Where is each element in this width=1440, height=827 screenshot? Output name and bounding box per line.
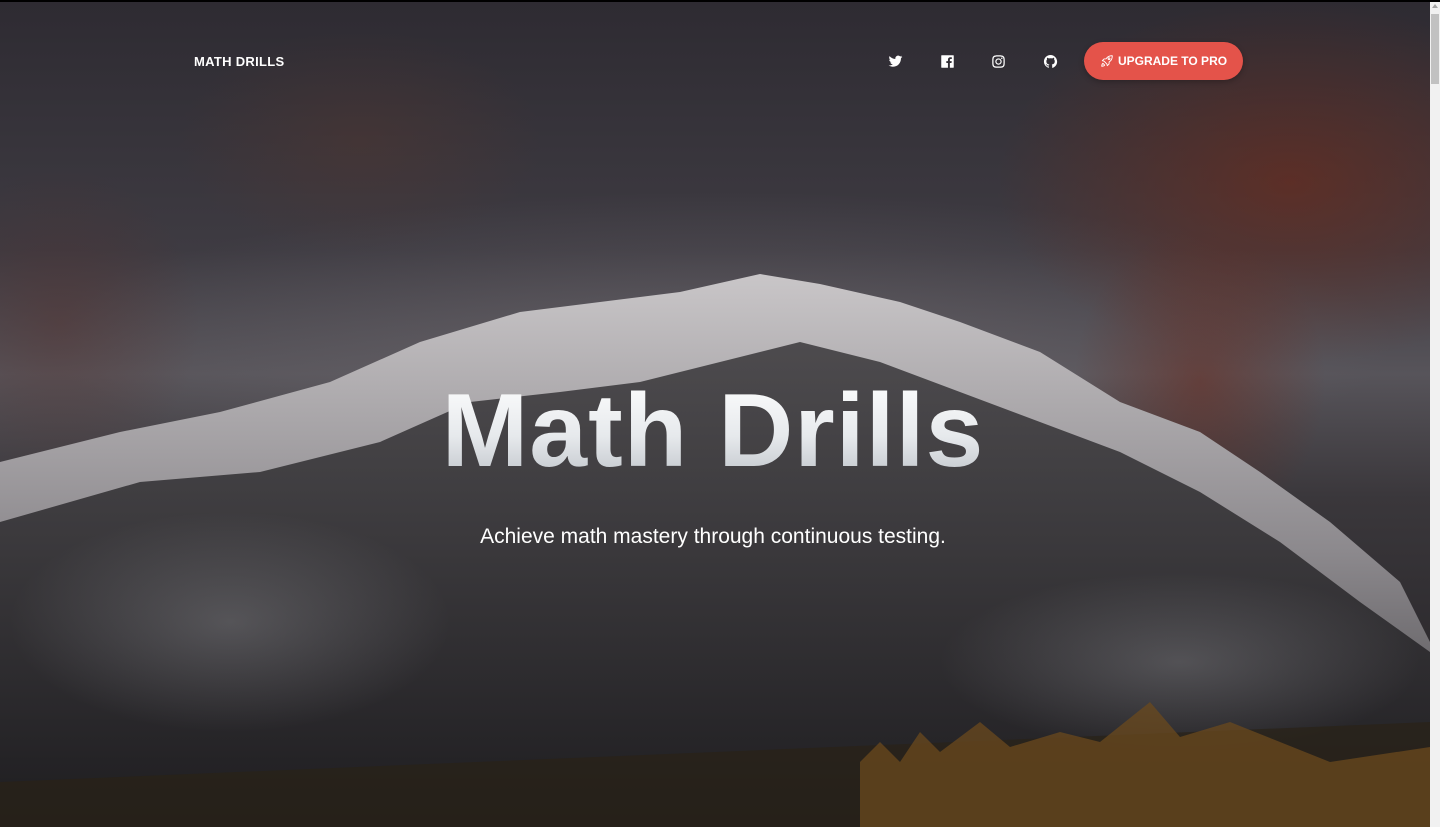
github-icon[interactable] <box>1039 50 1061 72</box>
hero-subtitle: Achieve math mastery through continuous … <box>480 525 946 548</box>
hero-title: Math Drills <box>0 374 1426 489</box>
rocket-icon <box>1101 55 1113 67</box>
scrollbar-thumb[interactable] <box>1431 14 1439 84</box>
upgrade-button-label: UPGRADE TO PRO <box>1117 54 1228 68</box>
page-scrollbar[interactable] <box>1430 2 1440 827</box>
scroll-up-arrow-icon[interactable] <box>1432 4 1438 8</box>
upgrade-to-pro-button[interactable]: UPGRADE TO PRO <box>1084 42 1243 80</box>
instagram-icon[interactable] <box>987 50 1009 72</box>
page: MATH DRILLS UPGRADE TO PRO Math Drills A… <box>0 0 1440 827</box>
brand-link[interactable]: MATH DRILLS <box>194 54 284 69</box>
facebook-icon[interactable] <box>936 50 958 72</box>
twitter-icon[interactable] <box>884 50 906 72</box>
navbar: MATH DRILLS UPGRADE TO PRO <box>194 40 1244 82</box>
